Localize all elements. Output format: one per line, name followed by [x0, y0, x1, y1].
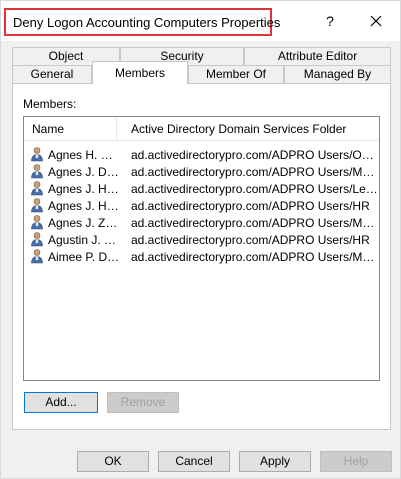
list-item[interactable]: Agnes J. Hay... ad.activedirectorypro.com…: [24, 197, 379, 214]
member-folder: ad.activedirectorypro.com/ADPRO Users/Op…: [131, 148, 379, 162]
member-name: Agnes J. Dibble: [48, 165, 120, 179]
member-folder: ad.activedirectorypro.com/ADPRO Users/Le…: [131, 182, 379, 196]
tab-general[interactable]: General: [12, 65, 92, 83]
member-name: Agnes J. Hay...: [48, 199, 120, 213]
close-icon: [370, 15, 382, 27]
member-folder: ad.activedirectorypro.com/ADPRO Users/HR: [131, 199, 370, 213]
member-folder: ad.activedirectorypro.com/ADPRO Users/Ma…: [131, 216, 379, 230]
user-icon: [30, 248, 46, 267]
window-title: Deny Logon Accounting Computers Properti…: [13, 15, 281, 30]
members-label: Members:: [23, 97, 77, 111]
member-name: Agustin J. Mejia: [48, 233, 120, 247]
member-name: Agnes J. Zarate: [48, 216, 120, 230]
member-folder: ad.activedirectorypro.com/ADPRO Users/Ma…: [131, 250, 379, 264]
list-header: Name Active Directory Domain Services Fo…: [24, 117, 379, 141]
cancel-button[interactable]: Cancel: [158, 451, 230, 472]
help-button[interactable]: Help: [320, 451, 392, 472]
member-folder: ad.activedirectorypro.com/ADPRO Users/HR: [131, 233, 370, 247]
title-bar: Deny Logon Accounting Computers Properti…: [1, 1, 400, 41]
help-title-button[interactable]: ?: [319, 11, 341, 31]
close-button[interactable]: [363, 9, 389, 33]
tab-member-of[interactable]: Member Of: [188, 65, 284, 83]
members-list[interactable]: Name Active Directory Domain Services Fo…: [23, 116, 380, 381]
member-name: Agnes H. Oue...: [48, 148, 120, 162]
members-tab-panel: Members: Name Active Directory Domain Se…: [12, 83, 391, 430]
tab-attribute-editor[interactable]: Attribute Editor: [244, 47, 391, 65]
list-item[interactable]: Aimee P. Delk ad.activedirectorypro.com/A…: [24, 248, 379, 265]
list-item[interactable]: Agnes J. Dibble ad.activedirectorypro.com…: [24, 163, 379, 180]
list-item[interactable]: Agnes J. Zarate ad.activedirectorypro.com…: [24, 214, 379, 231]
add-button[interactable]: Add...: [24, 392, 98, 413]
member-folder: ad.activedirectorypro.com/ADPRO Users/Ma…: [131, 165, 379, 179]
column-header-name[interactable]: Name: [32, 122, 64, 136]
properties-dialog: Deny Logon Accounting Computers Properti…: [0, 0, 401, 479]
tab-members[interactable]: Members: [92, 61, 188, 84]
ok-button[interactable]: OK: [77, 451, 149, 472]
list-item[interactable]: Agnes J. Harris ad.activedirectorypro.com…: [24, 180, 379, 197]
column-header-folder[interactable]: Active Directory Domain Services Folder: [131, 122, 346, 136]
title-highlight-box: Deny Logon Accounting Computers Properti…: [4, 8, 280, 36]
list-item[interactable]: Agustin J. Mejia ad.activedirectorypro.co…: [24, 231, 379, 248]
apply-button[interactable]: Apply: [239, 451, 311, 472]
tab-managed-by[interactable]: Managed By: [284, 65, 391, 83]
member-name: Agnes J. Harris: [48, 182, 120, 196]
remove-button[interactable]: Remove: [107, 392, 179, 413]
column-divider[interactable]: [116, 117, 117, 141]
list-item[interactable]: Agnes H. Oue... ad.activedirectorypro.com…: [24, 146, 379, 163]
member-name: Aimee P. Delk: [48, 250, 120, 264]
